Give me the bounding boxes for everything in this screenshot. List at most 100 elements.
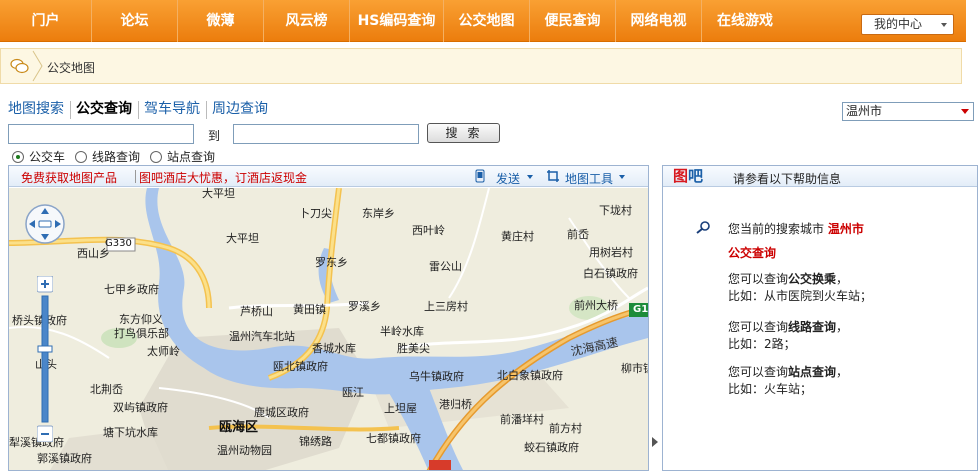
top-navigation: 门户 论坛 微薄 风云榜 HS编码查询 公交地图 便民查询 网络电视 在线游戏 … xyxy=(0,0,966,42)
map-place: 瓯江 xyxy=(342,386,364,399)
help-line-stop: 您可以查询站点查询， xyxy=(728,363,848,380)
radio-line-query[interactable]: 线路查询 xyxy=(75,148,140,165)
chevron-down-icon xyxy=(941,23,947,27)
chevron-down-icon xyxy=(961,109,969,114)
map-place: 柳市镇 xyxy=(621,362,648,375)
map-place: 上坦屋 xyxy=(384,402,417,415)
current-city-label: 您当前的搜索城市 xyxy=(728,222,825,236)
radio-bus-dot[interactable] xyxy=(12,150,24,163)
to-label: 到 xyxy=(208,129,221,143)
map-place: 七甲乡政府 xyxy=(104,283,159,296)
map-place: 东岸乡 xyxy=(362,207,395,220)
map-place: 打鸟俱乐部 xyxy=(114,327,169,340)
map-place: 郭溪镇政府 xyxy=(37,452,92,465)
map-place: 胜美尖 xyxy=(397,342,430,355)
map-place: 锦绣路 xyxy=(299,435,332,448)
map-place: 北白象镇政府 xyxy=(497,369,563,382)
nav-items: 门户 论坛 微薄 风云榜 HS编码查询 公交地图 便民查询 网络电视 在线游戏 xyxy=(0,0,788,42)
breadcrumb-current: 公交地图 xyxy=(47,61,96,75)
search-magnifier-icon xyxy=(696,221,710,234)
toolbar-divider xyxy=(135,170,136,183)
help-line-route: 您可以查询线路查询， xyxy=(728,318,848,335)
help-line-prefix: 您可以查询 xyxy=(728,320,789,334)
map-place: 鹿城区政府 xyxy=(254,406,309,419)
nav-item-convenience[interactable]: 便民查询 xyxy=(530,0,616,42)
radio-stop-query-dot[interactable] xyxy=(150,150,163,163)
district-label: 瓯海区 xyxy=(219,420,259,435)
logo-char-b: 吧 xyxy=(688,167,704,185)
map-canvas[interactable]: 大平坦 G330 大平坦 卜刀尖 东岸乡 西叶岭 黄庄村 前岙 下垅村 用树岩村… xyxy=(9,187,649,470)
promo-hotel-cashback[interactable]: 图吧酒店大忧惠，订酒店返现金 xyxy=(139,169,307,186)
crop-tool-icon[interactable] xyxy=(546,169,560,183)
help-line-prefix: 您可以查询 xyxy=(728,272,789,286)
nav-item-web-tv[interactable]: 网络电视 xyxy=(616,0,702,42)
map-panel: 免费获取地图产品 图吧酒店大忧惠，订酒店返现金 发送 地图工具 大平坦 G330… xyxy=(8,165,649,471)
map-tools-button[interactable]: 地图工具 xyxy=(565,170,613,187)
send-button[interactable]: 发送 xyxy=(496,170,520,187)
radio-line-query-dot[interactable] xyxy=(75,150,88,163)
promo-free-map-products[interactable]: 免费获取地图产品 xyxy=(21,169,117,186)
map-place: 罗东乡 xyxy=(315,256,348,269)
map-place: 下垅村 xyxy=(599,204,632,217)
chevron-down-icon xyxy=(527,175,533,179)
map-place: 温州动物园 xyxy=(217,444,272,457)
road-label-g1: G1 xyxy=(633,304,649,315)
city-select[interactable]: 温州市 xyxy=(842,102,974,121)
map-place: 大平坦 xyxy=(202,187,235,200)
phone-icon[interactable] xyxy=(473,169,487,183)
tab-map-search[interactable]: 地图搜索 xyxy=(8,101,71,119)
map-place: 温州汽车北站 xyxy=(229,330,295,343)
help-line-key: 公交换乘 xyxy=(788,272,837,286)
search-mode-radios: 公交车 线路查询 站点查询 xyxy=(12,148,225,165)
from-input[interactable] xyxy=(8,124,194,144)
map-place: 港归桥 xyxy=(439,398,472,411)
map-place: 大平坦 xyxy=(226,232,259,245)
nav-item-bus-map[interactable]: 公交地图 xyxy=(444,0,530,42)
my-center-label: 我的中心 xyxy=(874,17,923,31)
nav-item-forum[interactable]: 论坛 xyxy=(92,0,178,42)
tab-nearby-search[interactable]: 周边查询 xyxy=(212,101,274,119)
current-city-value: 温州市 xyxy=(827,222,864,236)
radio-bus-label: 公交车 xyxy=(29,150,66,164)
to-input[interactable] xyxy=(233,124,419,144)
map-place: 雷公山 xyxy=(429,260,462,273)
help-header: 图吧 请参看以下帮助信息 xyxy=(663,166,977,187)
map-place: 塘下坑水库 xyxy=(103,426,158,439)
map-place: 前潘垟村 xyxy=(500,413,544,426)
my-center-dropdown[interactable]: 我的中心 xyxy=(861,14,954,35)
nav-item-hs-code[interactable]: HS编码查询 xyxy=(350,0,444,42)
map-place: 前州大桥 xyxy=(574,299,618,312)
help-line-prefix: 您可以查询 xyxy=(728,365,789,379)
tuba-logo: 图吧 xyxy=(673,166,703,187)
map-place: 七都镇政府 xyxy=(366,432,421,445)
help-example-transfer: 比如：从市医院到火车站； xyxy=(728,289,873,303)
help-section-title: 公交查询 xyxy=(728,244,776,261)
nav-item-online-games[interactable]: 在线游戏 xyxy=(702,0,788,42)
tab-bus-query[interactable]: 公交查询 xyxy=(76,101,139,119)
nav-item-microblog[interactable]: 微薄 xyxy=(178,0,264,42)
current-city-line: 您当前的搜索城市 温州市 xyxy=(728,220,864,237)
nav-item-portal[interactable]: 门户 xyxy=(0,0,92,42)
search-button[interactable]: 搜索 xyxy=(427,123,500,143)
map-place: 黄庄村 xyxy=(501,230,534,243)
map-zoom-control[interactable] xyxy=(37,276,53,442)
radio-stop-query[interactable]: 站点查询 xyxy=(150,148,215,165)
map-place: 瓯北镇政府 xyxy=(273,360,328,373)
help-line-key: 站点查询 xyxy=(788,365,837,379)
map-place: 罗溪乡 xyxy=(348,300,381,313)
help-example-route: 比如：2路； xyxy=(728,337,796,351)
help-line-suffix: ， xyxy=(836,365,849,379)
nav-item-rankings[interactable]: 风云榜 xyxy=(264,0,350,42)
help-section-label: 公交查询 xyxy=(728,246,777,260)
help-line-key: 线路查询 xyxy=(788,320,837,334)
map-place: 前岙 xyxy=(567,228,589,241)
map-place: 乌牛镇政府 xyxy=(409,370,464,383)
radio-bus[interactable]: 公交车 xyxy=(12,148,65,165)
map-toolbar: 免费获取地图产品 图吧酒店大忧惠，订酒店返现金 发送 地图工具 xyxy=(9,166,648,187)
map-place: 北荆岙 xyxy=(90,383,123,396)
tab-driving-navigation[interactable]: 驾车导航 xyxy=(144,101,207,119)
collapse-panel-arrow-icon[interactable] xyxy=(652,437,658,447)
map-pan-control[interactable] xyxy=(24,203,66,245)
map-place: 前方村 xyxy=(549,422,582,435)
chevron-down-icon xyxy=(619,175,625,179)
